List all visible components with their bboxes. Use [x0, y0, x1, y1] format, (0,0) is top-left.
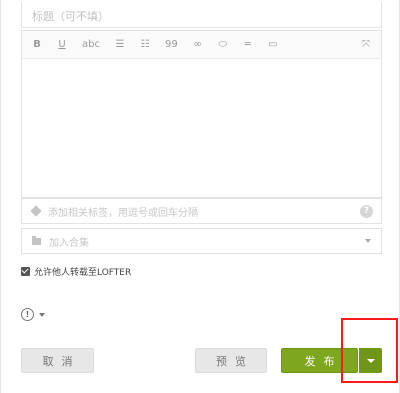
quote-icon[interactable]: 99: [165, 38, 178, 52]
bullet-list-icon[interactable]: ☰: [115, 38, 125, 52]
caret-down-icon: [367, 359, 375, 363]
rich-text-editor[interactable]: B U abc ☰ ☷ 99 ∞ ⬭ ═ ▭ ⤧: [21, 30, 382, 198]
underline-icon[interactable]: U: [57, 38, 67, 52]
link-icon[interactable]: ∞: [193, 38, 203, 52]
editor-toolbar: B U abc ☰ ☷ 99 ∞ ⬭ ═ ▭ ⤧: [22, 31, 381, 59]
media-icon[interactable]: ⬭: [218, 38, 228, 52]
publish-button[interactable]: 发布: [281, 348, 358, 373]
preview-button[interactable]: 预览: [195, 348, 267, 373]
numbered-list-icon[interactable]: ☷: [140, 38, 150, 52]
post-editor-panel: 标题（可不填） B U abc ☰ ☷ 99 ∞ ⬭ ═ ▭ ⤧ 添加相关标签，…: [0, 0, 400, 393]
help-icon[interactable]: ?: [360, 205, 373, 218]
editor-body[interactable]: [22, 59, 381, 197]
horizontal-rule-icon[interactable]: ═: [243, 38, 253, 52]
publish-options-button[interactable]: [359, 348, 382, 373]
strikethrough-icon[interactable]: abc: [82, 38, 100, 52]
privacy-dropdown[interactable]: !: [21, 308, 45, 321]
tag-icon: [30, 205, 42, 217]
repost-label: 允许他人转载至LOFTER: [34, 268, 132, 278]
fullscreen-icon[interactable]: ⤧: [361, 38, 371, 52]
image-icon[interactable]: ▭: [268, 38, 278, 52]
cancel-button[interactable]: 取消: [21, 348, 94, 373]
tag-placeholder: 添加相关标签，用逗号或回车分隔: [48, 207, 198, 219]
collection-placeholder: 加入合集: [49, 237, 89, 249]
chevron-down-icon: [365, 239, 371, 243]
bold-icon[interactable]: B: [32, 38, 42, 52]
folder-icon: [32, 236, 41, 245]
repost-permission[interactable]: 允许他人转载至LOFTER: [21, 265, 131, 278]
privacy-icon: !: [21, 308, 34, 321]
tag-input[interactable]: 添加相关标签，用逗号或回车分隔 ?: [21, 198, 382, 224]
title-input[interactable]: 标题（可不填）: [21, 2, 382, 28]
repost-checkbox[interactable]: [21, 267, 30, 276]
chevron-down-icon: [39, 312, 45, 317]
collection-select[interactable]: 加入合集: [21, 228, 382, 254]
